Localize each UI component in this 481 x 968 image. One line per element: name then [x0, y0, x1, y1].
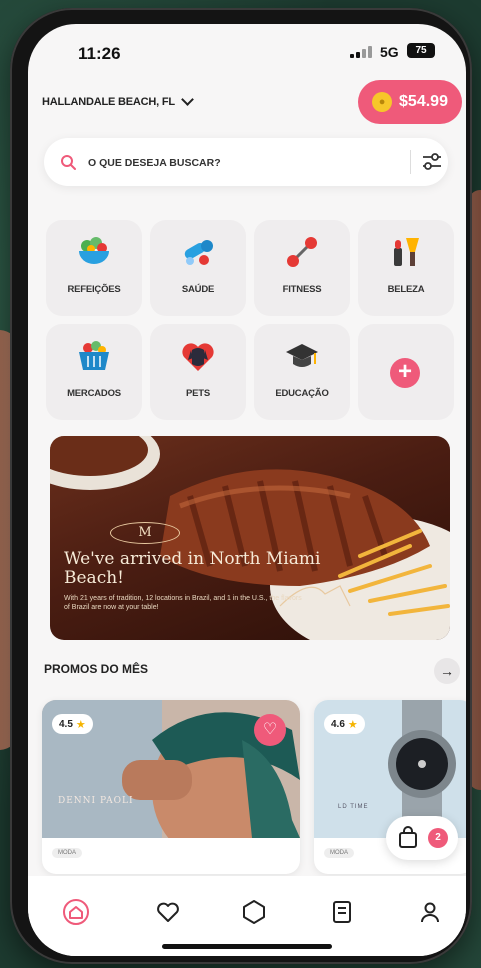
restaurant-logo: M [110, 522, 180, 544]
rating-badge: 4.6 ★ [324, 714, 365, 734]
cart-count-badge: 2 [428, 828, 448, 848]
search-icon [61, 155, 76, 170]
user-icon[interactable] [416, 898, 444, 926]
category-fitness[interactable]: FITNESS [254, 220, 350, 316]
star-icon: ★ [75, 718, 86, 731]
chevron-down-icon [181, 93, 194, 106]
makeup-icon [394, 238, 419, 266]
banner-subtitle: With 21 years of tradition, 12 locations… [64, 595, 302, 611]
category-label: SAÚDE [181, 284, 215, 295]
battery-icon: 75 [407, 43, 435, 58]
dog-heart-icon [182, 343, 214, 371]
salad-bowl-icon [79, 237, 109, 264]
category-more[interactable]: + [358, 324, 454, 420]
pills-icon [184, 240, 213, 265]
status-time: 11:26 [78, 44, 121, 63]
promo-card-fashion[interactable]: 4.5 ★ ♡ DENNI PAOLI MODA [42, 700, 300, 874]
category-label: EDUCAÇÃO [275, 388, 329, 399]
category-tag: MODA [52, 848, 82, 858]
promos-heading: PROMOS DO MÊS [44, 662, 149, 676]
category-label: REFEIÇÕES [67, 284, 121, 295]
search-divider [410, 150, 411, 174]
category-label: MERCADOS [67, 388, 121, 399]
plus-icon: + [390, 358, 420, 388]
location-selector[interactable]: HALLANDALE BEACH, FL [42, 93, 194, 108]
category-label: FITNESS [282, 284, 322, 295]
shopping-bag-icon [399, 826, 417, 848]
wallet-balance-button[interactable]: ● $54.99 [358, 80, 462, 124]
category-tag: MODA [324, 848, 354, 858]
search-input[interactable] [86, 150, 390, 176]
arrow-right-icon[interactable]: → [434, 658, 460, 684]
location-label: HALLANDALE BEACH, FL [42, 96, 175, 108]
promo-banner[interactable]: M We've arrived in North Miami Beach! Wi… [50, 436, 450, 640]
cart-button[interactable]: 2 [386, 816, 458, 860]
rating-value: 4.5 [59, 718, 73, 730]
receipt-icon[interactable] [328, 898, 356, 926]
coin-icon: ● [372, 92, 393, 112]
graduation-cap-icon [286, 344, 318, 367]
category-educacao[interactable]: EDUCAÇÃO [254, 324, 350, 420]
promo-brand: LD TIME [338, 804, 369, 810]
rating-badge: 4.5 ★ [52, 714, 93, 734]
signal-icon [350, 46, 374, 58]
category-label: PETS [185, 388, 210, 399]
balance-amount: $54.99 [399, 93, 448, 110]
phone-frame: 11:26 5G 75 HALLANDALE BEACH, FL ● $54.9… [10, 8, 472, 964]
category-pets[interactable]: PETS [150, 324, 246, 420]
basket-icon [79, 341, 109, 370]
favorite-heart-icon[interactable]: ♡ [254, 714, 286, 746]
star-icon: ★ [347, 718, 358, 731]
category-mercados[interactable]: MERCADOS [46, 324, 142, 420]
hexagon-icon[interactable] [240, 898, 268, 926]
app-screen: 11:26 5G 75 HALLANDALE BEACH, FL ● $54.9… [28, 24, 466, 956]
category-refeicoes[interactable]: REFEIÇÕES [46, 220, 142, 316]
heart-icon[interactable] [154, 898, 182, 926]
promo-brand: DENNI PAOLI [58, 796, 134, 806]
search-bar [44, 138, 448, 186]
home-indicator [162, 944, 332, 949]
banner-title: We've arrived in North Miami Beach! [64, 549, 321, 588]
filter-sliders-icon[interactable] [420, 150, 444, 174]
category-label: BELEZA [387, 284, 425, 295]
network-type: 5G [380, 44, 399, 60]
category-beleza[interactable]: BELEZA [358, 220, 454, 316]
dumbbell-icon [287, 237, 317, 267]
rating-value: 4.6 [331, 718, 345, 730]
category-saude[interactable]: SAÚDE [150, 220, 246, 316]
home-icon[interactable] [62, 898, 90, 926]
